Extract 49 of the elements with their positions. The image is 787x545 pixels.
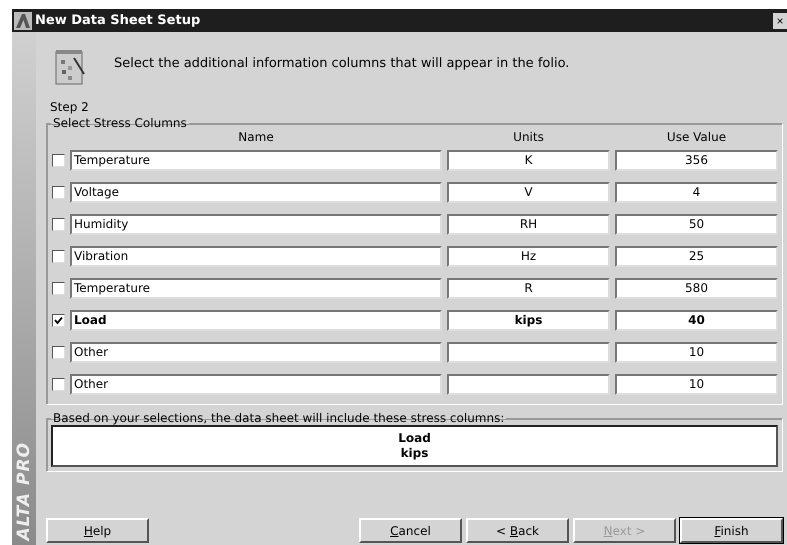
checkbox[interactable] [52, 314, 65, 326]
wizard-button[interactable]: < Back [466, 518, 569, 543]
checkbox[interactable] [52, 154, 65, 166]
units-field[interactable]: R [447, 278, 610, 298]
name-field[interactable]: Temperature [70, 278, 442, 298]
window-title: New Data Sheet Setup [35, 13, 202, 28]
group-legend: Select Stress Columns [51, 116, 189, 130]
value-field[interactable]: 10 [615, 374, 778, 394]
checkbox[interactable] [52, 346, 65, 358]
help-button[interactable]: Help [46, 518, 149, 543]
group-legend: Based on your selections, the data sheet will include these stress columns: [51, 411, 506, 425]
name-field[interactable]: Other [70, 342, 442, 362]
close-button[interactable]: × [773, 12, 787, 28]
name-field[interactable]: Load [70, 310, 442, 330]
units-field[interactable]: kips [447, 310, 610, 330]
wizard-button[interactable]: Finish [680, 518, 783, 543]
value-field[interactable]: 40 [615, 310, 778, 330]
name-field[interactable]: Voltage [70, 182, 442, 202]
checkbox[interactable] [52, 378, 65, 390]
checkbox[interactable] [52, 250, 65, 262]
units-field[interactable] [447, 374, 610, 394]
units-field[interactable] [447, 342, 610, 362]
checkbox[interactable] [52, 218, 65, 230]
summary-line: kips [400, 446, 428, 461]
column-header: Use Value [666, 130, 728, 144]
wizard-button[interactable]: Cancel [359, 518, 462, 543]
summary-line: Load [398, 431, 431, 446]
units-field[interactable]: RH [447, 214, 610, 234]
value-field[interactable]: 4 [615, 182, 778, 202]
name-field[interactable]: Vibration [70, 246, 442, 266]
checkbox[interactable] [52, 282, 65, 294]
units-field[interactable]: Hz [447, 246, 610, 266]
name-field[interactable]: Humidity [70, 214, 442, 234]
units-field[interactable]: K [447, 150, 610, 170]
value-field[interactable]: 50 [615, 214, 778, 234]
value-field[interactable]: 10 [615, 342, 778, 362]
units-field[interactable]: V [447, 182, 610, 202]
value-field[interactable]: 25 [615, 246, 778, 266]
checkbox[interactable] [52, 186, 65, 198]
value-field[interactable]: 580 [615, 278, 778, 298]
column-header: Units [512, 130, 545, 144]
name-field[interactable]: Temperature [70, 150, 442, 170]
name-field[interactable]: Other [70, 374, 442, 394]
instruction-text: Select the additional information columns that will appear in the folio. [114, 56, 570, 71]
brand-label: ALTA PRO [14, 442, 34, 541]
step-label: Step 2 [50, 100, 90, 114]
value-field[interactable]: 356 [615, 150, 778, 170]
app-logo-icon [14, 12, 32, 30]
column-header: Name [237, 130, 275, 144]
